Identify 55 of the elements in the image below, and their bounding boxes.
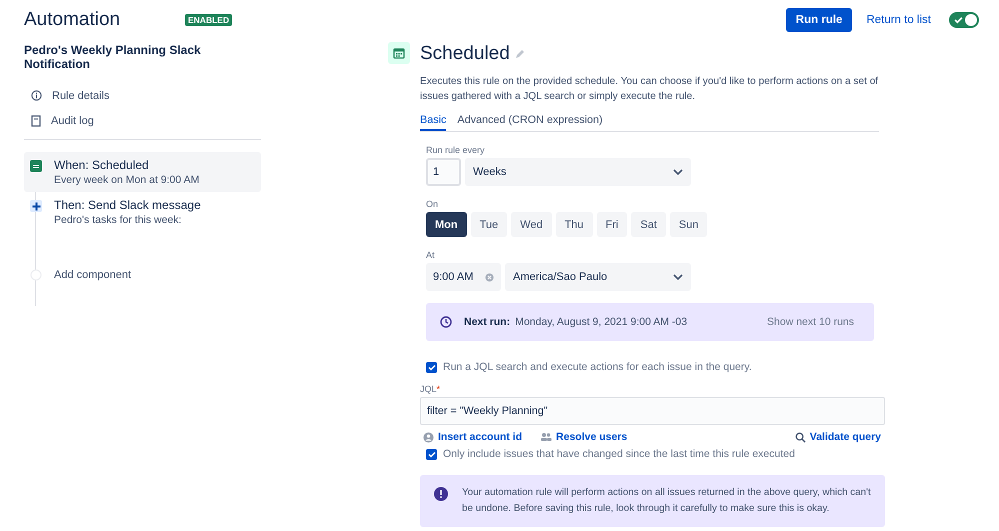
timezone-select[interactable]: America/Sao Paulo xyxy=(505,263,691,291)
day-button[interactable]: Mon xyxy=(426,212,467,237)
day-button[interactable]: Fri xyxy=(596,212,628,237)
enable-toggle[interactable] xyxy=(949,12,979,28)
warning-icon xyxy=(434,487,448,501)
jql-checkbox[interactable]: Run a JQL search and execute actions for each issue in the query. xyxy=(426,361,884,373)
jql-input[interactable]: filter = "Weekly Planning" xyxy=(420,397,885,425)
document-icon xyxy=(31,114,41,126)
panel-title: Scheduled xyxy=(420,43,510,65)
show-runs-link[interactable]: Show next 10 runs xyxy=(767,316,854,328)
interval-input[interactable]: 1 xyxy=(426,158,461,186)
rule-component[interactable]: Add component xyxy=(24,262,261,282)
field-label: JQL* xyxy=(420,384,442,394)
rule-component[interactable]: Then: Send Slack message Pedro's tasks for this week: xyxy=(24,192,261,262)
warning-text: Your automation rule will perform actions on all issues returned in the above query, which can't be undone. Before saving this rule, look through it carefully to make sure this is okay. xyxy=(462,486,872,516)
time-field[interactable]: 9:00 AM xyxy=(426,263,501,291)
calendar-icon xyxy=(388,42,410,64)
next-run-text: Next run: Monday, August 9, 2021 9:00 AM -03 xyxy=(464,316,688,328)
rule-name: Pedro's Weekly Planning Slack Notification xyxy=(24,43,202,71)
sidebar-link[interactable]: Rule details xyxy=(24,83,261,108)
field-label: Run rule every xyxy=(426,145,486,155)
clock-icon xyxy=(440,316,452,328)
pencil-icon[interactable] xyxy=(514,49,525,59)
check-icon xyxy=(954,16,963,24)
field-label: At xyxy=(426,250,436,260)
day-button[interactable]: Thu xyxy=(556,212,593,237)
page-title: Automation xyxy=(24,8,122,30)
run-rule-button[interactable]: Run rule xyxy=(786,8,852,32)
jql-link[interactable]: Validate query xyxy=(794,431,881,443)
return-link[interactable]: Return to list xyxy=(866,14,931,26)
calendar-icon xyxy=(30,160,42,172)
day-button[interactable]: Sun xyxy=(670,212,708,237)
tab[interactable]: Advanced (CRON expression) xyxy=(457,114,603,131)
chevron-down-icon xyxy=(673,169,683,175)
clear-icon[interactable] xyxy=(485,272,494,282)
day-button[interactable]: Wed xyxy=(511,212,552,237)
day-button[interactable]: Tue xyxy=(470,212,508,237)
person-icon xyxy=(423,432,434,442)
check-icon xyxy=(428,450,436,458)
description: Executes this rule on the provided schedule. You can choose if you'd like to perform actions on a set of issues gathered with a JQL search or simply execute the rule. xyxy=(420,75,880,104)
jql-link[interactable]: Insert account id xyxy=(423,431,522,443)
rule-component[interactable]: When: Scheduled Every week on Mon at 9:00 AM xyxy=(24,152,261,192)
chevron-down-icon xyxy=(673,274,683,280)
info-icon xyxy=(31,90,42,101)
check-icon xyxy=(428,364,436,370)
only-changed-checkbox[interactable]: Only include issues that have changed since the last time this rule executed xyxy=(426,448,884,460)
search-icon xyxy=(794,432,806,442)
people-icon xyxy=(540,432,552,442)
status-lozenge: ENABLED xyxy=(185,14,232,26)
field-label: On xyxy=(426,199,440,209)
unit-select[interactable]: Weeks xyxy=(465,158,691,186)
jql-link[interactable]: Resolve users xyxy=(540,431,628,443)
sidebar-link[interactable]: Audit log xyxy=(24,108,261,133)
tab[interactable]: Basic xyxy=(420,114,446,131)
day-button[interactable]: Sat xyxy=(631,212,666,237)
